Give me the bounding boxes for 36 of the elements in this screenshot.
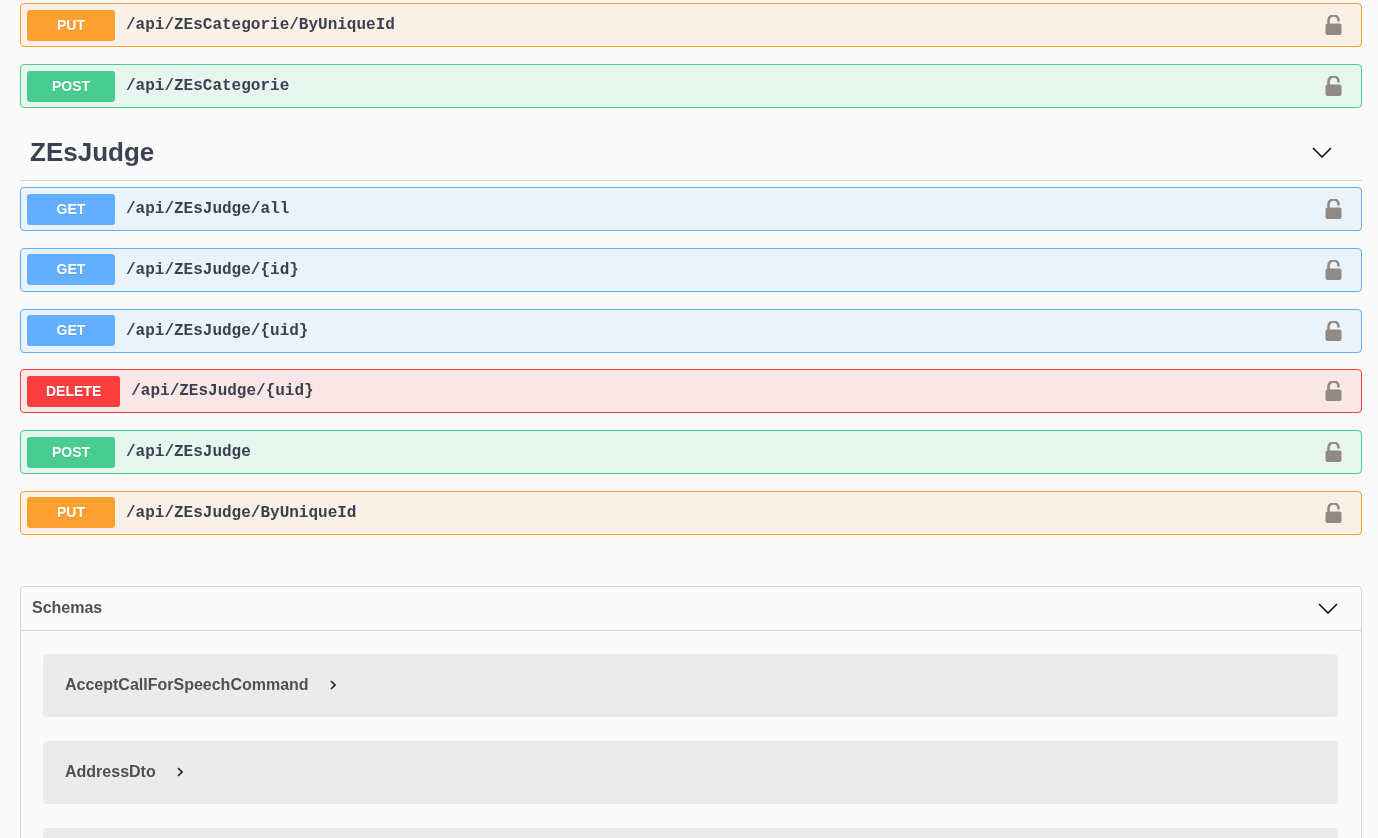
padlock-icon[interactable] (1325, 259, 1342, 280)
tag-header[interactable]: ZEsJudge (20, 125, 1362, 181)
padlock-icon[interactable] (1325, 199, 1342, 219)
method-badge: GET (27, 315, 115, 346)
method-badge: POST (27, 436, 115, 468)
method-badge: POST (27, 70, 115, 102)
padlock-icon[interactable] (1325, 381, 1342, 402)
method-badge: PUT (27, 9, 115, 41)
method-badge: GET (27, 254, 115, 286)
schema-row[interactable]: AddressDto (43, 740, 1338, 804)
method-badge: PUT (27, 497, 115, 529)
endpoint-row[interactable]: PUT /api/ZEsJudge/ByUniqueId (20, 490, 1362, 535)
method-badge: DELETE (27, 375, 121, 407)
endpoint-row[interactable]: GET /api/ZEsJudge/{uid} (20, 308, 1362, 353)
endpoint-row[interactable]: POST /api/ZEsCategorie (20, 64, 1362, 108)
endpoint-row[interactable]: GET /api/ZEsJudge/all (20, 187, 1362, 231)
padlock-icon[interactable] (1325, 15, 1342, 35)
method-badge: GET (27, 193, 115, 225)
endpoint-row[interactable]: POST /api/ZEsJudge (20, 430, 1362, 474)
endpoint-path: /api/ZEsCategorie/ByUniqueId (126, 15, 395, 36)
schemas-header[interactable]: Schemas (21, 586, 1361, 631)
endpoint-row[interactable]: GET /api/ZEsJudge/{id} (20, 247, 1362, 292)
endpoint-row[interactable]: PUT /api/ZEsCategorie/ByUniqueId (20, 3, 1362, 47)
padlock-icon[interactable] (1325, 320, 1342, 341)
padlock-icon[interactable] (1325, 502, 1342, 523)
endpoint-path: /api/ZEsCategorie (126, 76, 290, 97)
endpoint-row[interactable]: DELETE /api/ZEsJudge/{uid} (20, 369, 1362, 414)
endpoint-path: /api/ZEsJudge/ByUniqueId (126, 502, 357, 524)
endpoint-path: /api/ZEsJudge/all (126, 199, 290, 220)
endpoint-path: /api/ZEsJudge/{uid} (126, 320, 309, 342)
padlock-icon[interactable] (1325, 442, 1342, 462)
padlock-icon[interactable] (1325, 76, 1342, 96)
endpoint-path: /api/ZEsJudge/{id} (126, 259, 299, 281)
endpoint-path: /api/ZEsJudge/{uid} (131, 381, 314, 403)
schema-row[interactable]: AcceptCallForSpeechCommand (43, 653, 1338, 717)
endpoint-path: /api/ZEsJudge (126, 442, 251, 463)
